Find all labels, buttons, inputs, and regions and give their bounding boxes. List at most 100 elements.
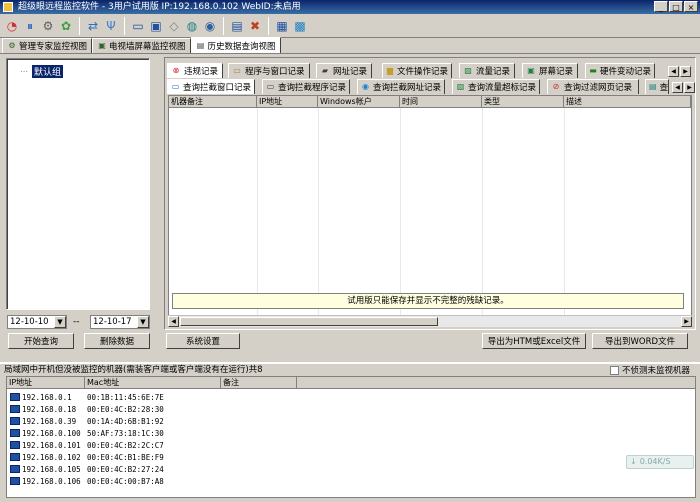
date-to-picker[interactable]: 12-10-17 ▼ (90, 315, 150, 329)
list-item[interactable]: 192.168.0.101 00:E0:4C:B2:2C:C7 (7, 440, 297, 451)
column-header-type[interactable]: 类型 (482, 96, 564, 108)
window-icon[interactable]: ▩ (292, 18, 308, 34)
tab-filtered-webpage-query[interactable]: ⊘ 查询过滤网页记录 (547, 79, 639, 94)
export-word-button[interactable]: 导出到WORD文件 (592, 333, 688, 349)
no-detect-checkbox[interactable]: 不侦测未监视机器 (609, 364, 690, 376)
main-toolbar: ◔ ⏸ ⚙ ✿ ⇄ Ψ ▭ ▣ ◇ ◍ ◉ ▤ ✖ ▦ ▩ (0, 14, 700, 38)
grid-divider (482, 108, 483, 315)
globe-icon: ◉ (362, 82, 369, 91)
column-header-time[interactable]: 时间 (400, 96, 482, 108)
computer-icon (10, 477, 20, 485)
tab-blocked-program-query[interactable]: ▭ 查询拦截程序记录 (262, 79, 350, 94)
date-from-picker[interactable]: 12-10-10 ▼ (7, 315, 67, 329)
tab-blocked-window-query[interactable]: ▭ 查询拦截窗口记录 (167, 79, 255, 94)
scroll-right-arrow[interactable]: ▶ (681, 316, 692, 327)
chevron-down-icon[interactable]: ▼ (137, 316, 149, 328)
unmonitored-list[interactable]: IP地址 Mac地址 备注 192.168.0.1 00:1B:11:45:6E:… (6, 376, 696, 498)
mac-cell: 00:1A:4D:6B:B1:92 (87, 417, 164, 426)
tab-tv-wall-view[interactable]: ▣ 电视墙屏幕监控视图 (92, 38, 191, 53)
app-icon (3, 2, 13, 12)
tab-program-window-records[interactable]: ▭ 程序与窗口记录 (228, 63, 310, 78)
tab-blocked-url-query[interactable]: ◉ 查询拦截网址记录 (357, 79, 445, 94)
list-item[interactable]: 192.168.0.100 50:AF:73:18:1C:30 (7, 428, 297, 439)
column-header-description[interactable]: 描述 (564, 96, 691, 108)
disc-icon[interactable]: ◉ (202, 18, 218, 34)
tab-label: 流量记录 (476, 67, 511, 77)
folder-icon: ▆ (386, 66, 394, 75)
list-item[interactable]: 192.168.0.39 00:1A:4D:6B:B1:92 (7, 416, 297, 427)
mac-cell: 00:E0:4C:B2:27:24 (87, 465, 164, 474)
scroll-thumb[interactable] (180, 317, 438, 326)
settings-icon[interactable]: ⚙ (40, 18, 56, 34)
tab-traffic-records[interactable]: ▨ 流量记录 (459, 63, 515, 78)
list-item[interactable]: 192.168.0.1 00:1B:11:45:6E:7E (7, 392, 297, 403)
manager-icon: ⚙ (8, 41, 16, 50)
horizontal-scrollbar[interactable]: ◀ ▶ (168, 315, 692, 327)
help-icon[interactable]: ▤ (229, 18, 245, 34)
column-header-mac[interactable]: Mac地址 (85, 377, 221, 389)
column-header-ip[interactable]: IP地址 (7, 377, 85, 389)
tab-hardware-change-records[interactable]: ▬ 硬件变动记录 (585, 63, 655, 78)
screen-icon[interactable]: ▣ (148, 18, 164, 34)
chevron-down-icon[interactable]: ▼ (54, 316, 66, 328)
grid-divider (564, 108, 565, 315)
computer-icon (10, 453, 20, 461)
export-excel-button[interactable]: 导出为HTM或Excel文件 (482, 333, 586, 349)
tab-scroll-left-button[interactable]: ◀ (668, 66, 679, 77)
start-query-button[interactable]: 开始查询 (8, 333, 74, 349)
tree-node-default-group[interactable]: ⋯ 默认组 (19, 65, 64, 78)
network-icon[interactable]: ⇄ (85, 18, 101, 34)
pause-icon[interactable]: ⏸ (22, 18, 38, 34)
tab-more-query[interactable]: ▤ 查 (645, 79, 669, 94)
speed-value: 0.04K/S (639, 457, 671, 466)
group-tree[interactable]: ⋯ 默认组 (6, 58, 150, 310)
unmonitored-header: 局域网中开机但没被监控的机器(需装客户端或客户端没有在运行)共8 (4, 365, 263, 375)
delete-data-button[interactable]: 删除数据 (84, 333, 150, 349)
list-item[interactable]: 192.168.0.102 00:E0:4C:B1:BE:F9 (7, 452, 297, 463)
computer-icon (10, 405, 20, 413)
tab-label: 屏幕记录 (539, 67, 574, 77)
chart-pie-icon[interactable]: ◔ (4, 18, 20, 34)
filter-icon[interactable]: ◍ (184, 18, 200, 34)
tab-scroll-right-button[interactable]: ▶ (680, 66, 691, 77)
list-item[interactable]: 192.168.0.105 00:E0:4C:B2:27:24 (7, 464, 297, 475)
toolbar-divider (79, 16, 80, 35)
system-settings-button[interactable]: 系统设置 (166, 333, 240, 349)
tab-manager-view[interactable]: ⚙ 管理专家监控视图 (2, 38, 93, 53)
list-item[interactable]: 192.168.0.106 00:E0:4C:00:B7:A8 (7, 476, 297, 487)
column-header-empty (297, 377, 695, 389)
keyboard-icon[interactable]: ▦ (274, 18, 290, 34)
computer-icon (10, 429, 20, 437)
tab-scroll-left-button[interactable]: ◀ (672, 82, 683, 93)
tab-scroll-right-button[interactable]: ▶ (684, 82, 695, 93)
column-header-note[interactable]: 备注 (221, 377, 297, 389)
tab-screen-records[interactable]: ▣ 屏幕记录 (522, 63, 578, 78)
checkbox-box[interactable] (609, 365, 619, 375)
mac-cell: 50:AF:73:18:1C:30 (87, 429, 164, 438)
tab-url-records[interactable]: ▰ 网址记录 (316, 63, 372, 78)
list-item[interactable]: 192.168.0.18 00:E0:4C:B2:28:30 (7, 404, 297, 415)
wand-icon[interactable]: Ψ (103, 18, 119, 34)
scroll-left-arrow[interactable]: ◀ (168, 316, 179, 327)
page-icon: ▤ (649, 82, 657, 91)
column-header-windows-account[interactable]: Windows帐户 (318, 96, 400, 108)
tool-icon[interactable]: ✿ (58, 18, 74, 34)
report-icon[interactable]: ✖ (247, 18, 263, 34)
monitor-icon[interactable]: ▭ (130, 18, 146, 34)
ip-cell: 192.168.0.105 (22, 465, 81, 474)
tab-violation-records[interactable]: ⊗ 违规记录 (167, 63, 223, 78)
tab-file-operation-records[interactable]: ▆ 文件操作记录 (382, 63, 452, 78)
tab-history-view[interactable]: ▤ 历史数据查询视图 (190, 37, 281, 53)
close-button[interactable]: × (684, 1, 698, 12)
tab-label: 查询流量超标记录 (467, 83, 536, 93)
maximize-button[interactable]: □ (669, 1, 683, 12)
column-header-machine-note[interactable]: 机器备注 (169, 96, 257, 108)
toolbar-divider (223, 16, 224, 35)
tab-traffic-exceeded-query[interactable]: ▨ 查询流量超标记录 (452, 79, 540, 94)
column-header-ip[interactable]: IP地址 (257, 96, 318, 108)
tab-label: 查询拦截窗口记录 (182, 83, 251, 93)
shield-icon[interactable]: ◇ (166, 18, 182, 34)
screen-icon: ▣ (527, 66, 535, 75)
ip-cell: 192.168.0.101 (22, 441, 81, 450)
minimize-button[interactable]: _ (654, 1, 668, 12)
